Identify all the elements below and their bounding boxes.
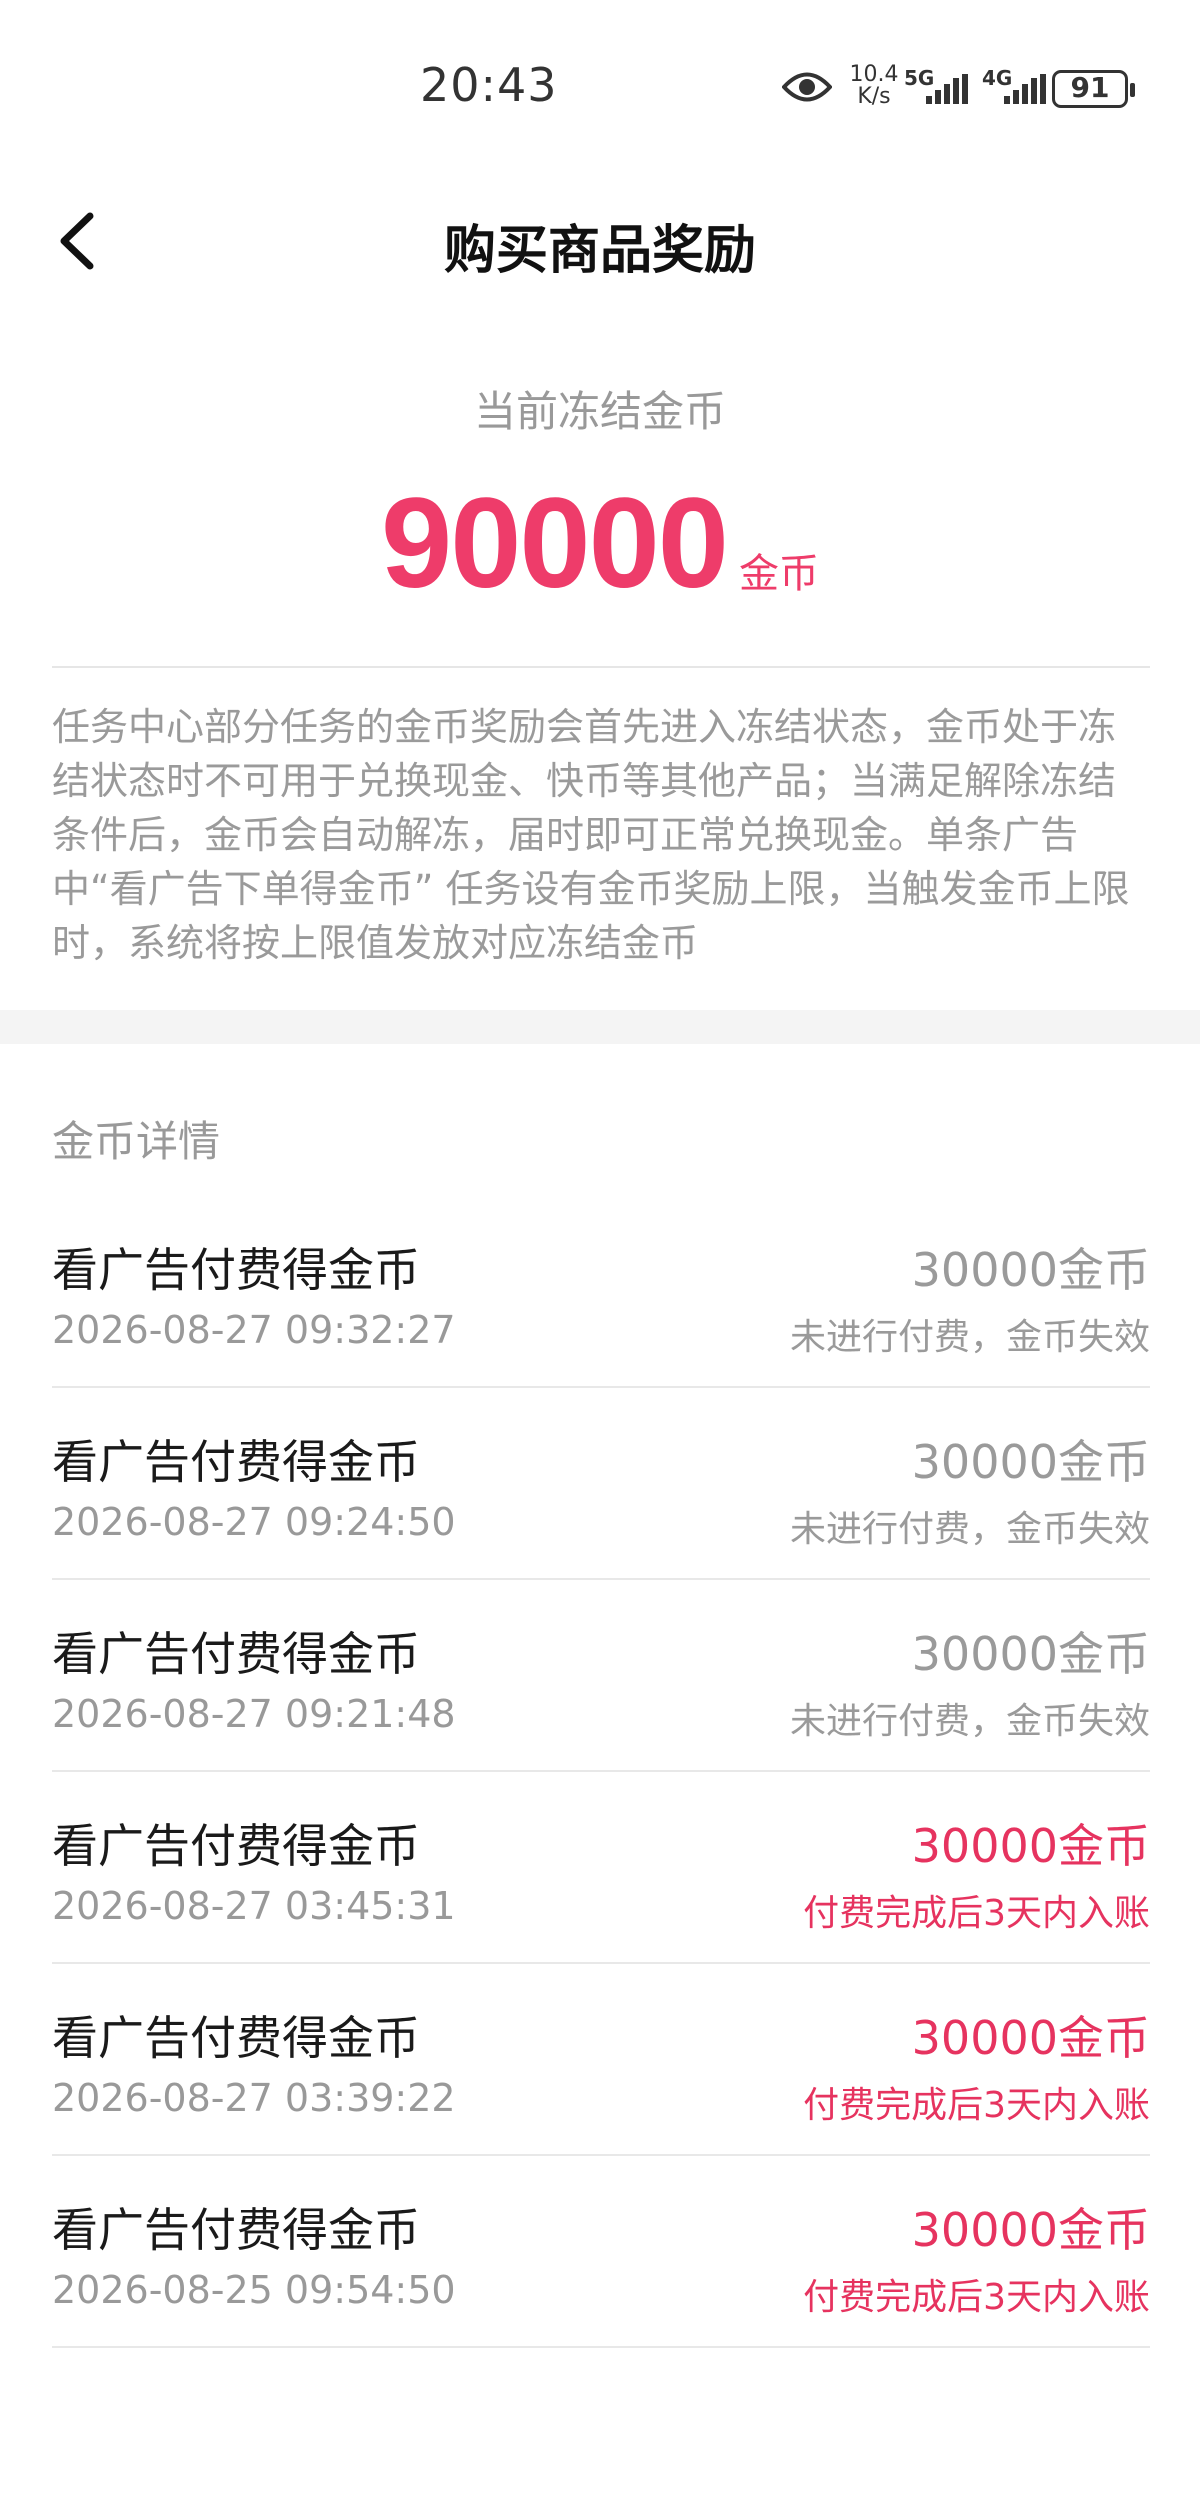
record-amount: 30000金币: [911, 1435, 1150, 1489]
record-title: 看广告付费得金币: [52, 1819, 420, 1873]
frozen-coins-value: 90000: [381, 472, 729, 615]
record-time: 2026-08-27 09:24:50: [52, 1500, 456, 1544]
network-speed: 10.4 K/s: [846, 64, 902, 108]
list-item[interactable]: 看广告付费得金币 2026-08-27 09:21:48 30000金币未进行付费，…: [52, 1580, 1150, 1772]
frozen-coins-label: 当前冻结金币: [473, 387, 726, 436]
record-title: 看广告付费得金币: [52, 2011, 420, 2065]
network-speed-unit: K/s: [857, 84, 891, 109]
section-separator: [0, 1010, 1200, 1044]
record-status: 未进行付费，金币失效: [789, 1317, 1150, 1358]
record-amount: 30000金币: [911, 2011, 1150, 2065]
list-item[interactable]: 看广告付费得金币 2026-08-25 09:54:50 30000金币付费完成后3…: [52, 2156, 1150, 2348]
frozen-notice-text: 任务中心部分任务的金币奖励会首先进入冻结状态，金币处于冻结状态时不可用于兑换现金…: [52, 705, 1130, 965]
nav-header: 购买商品奖励: [0, 180, 1200, 300]
list-item[interactable]: 看广告付费得金币 2026-08-27 03:45:31 30000金币付费完成后3…: [52, 1772, 1150, 1964]
record-status: 付费完成后3天内入账: [803, 2277, 1150, 2318]
status-time: 20:43: [420, 58, 558, 112]
record-title: 看广告付费得金币: [52, 2203, 420, 2257]
coin-record-list: 看广告付费得金币 2026-08-27 09:32:27 30000金币 未进行付费，…: [52, 1196, 1150, 2348]
record-status: 未进行付费，金币失效: [789, 1701, 1150, 1742]
list-item[interactable]: 看广告付费得金币 2026-08-27 09:24:50 30000金币未进行付费，…: [52, 1388, 1150, 1580]
record-time: 2026-08-27 09:32:27: [52, 1308, 456, 1352]
record-status: 付费完成后3天内入账: [803, 1893, 1150, 1934]
record-time: 2026-08-27 09:21:48: [52, 1692, 456, 1736]
record-title: 看广告付费得金币: [52, 1243, 420, 1297]
battery-icon: 91: [1052, 70, 1135, 108]
network-speed-value: 10.4: [849, 62, 899, 87]
record-time: 2026-08-27 03:39:22: [52, 2076, 456, 2120]
record-title: 看广告付费得金币: [52, 1435, 420, 1489]
record-amount: 30000金币: [911, 1627, 1150, 1681]
eye-icon: [781, 68, 833, 106]
record-status: 未进行付费，金币失效: [789, 1509, 1150, 1550]
list-item[interactable]: 看广告付费得金币 2026-08-27 09:32:27 30000金币未进行付费，…: [52, 1196, 1150, 1388]
record-title: 看广告付费得金币: [52, 1627, 420, 1681]
frozen-coins-amount: 90000 金币: [0, 470, 1200, 617]
record-amount: 30000金币: [911, 1819, 1150, 1873]
battery-level: 91: [1070, 71, 1110, 104]
record-status: 付费完成后3天内入账: [803, 2085, 1150, 2126]
record-amount: 30000金币: [911, 1243, 1150, 1297]
record-time: 2026-08-25 09:54:50: [52, 2268, 456, 2312]
page-title: 购买商品奖励: [443, 221, 756, 281]
frozen-coins-unit: 金币: [738, 551, 819, 597]
section-title: 金币详情: [52, 1117, 221, 1166]
record-time: 2026-08-27 03:45:31: [52, 1884, 456, 1928]
status-bar: 20:43 10.4 K/s 5G 4G 91: [0, 0, 1200, 180]
record-amount: 30000金币: [911, 2203, 1150, 2257]
list-item[interactable]: 看广告付费得金币 2026-08-27 03:39:22 30000金币付费完成后3…: [52, 1964, 1150, 2156]
divider: [52, 666, 1150, 668]
